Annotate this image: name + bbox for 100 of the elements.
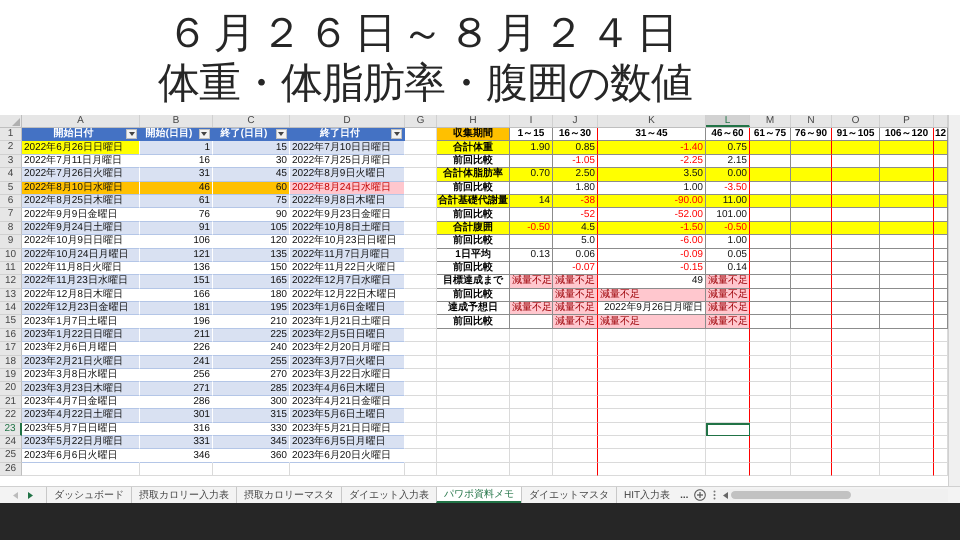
row-header[interactable]: 9 xyxy=(0,235,22,249)
column-header[interactable]: M xyxy=(750,115,791,127)
filter-dropdown-button[interactable] xyxy=(198,129,210,140)
row-header[interactable]: 20 xyxy=(0,382,22,396)
table-cell: 195 xyxy=(213,302,290,316)
vertical-scrollbar[interactable] xyxy=(948,115,960,486)
table-cell xyxy=(553,462,598,476)
filter-dropdown-button[interactable] xyxy=(126,129,137,140)
column-header[interactable]: L xyxy=(706,115,750,127)
row-header[interactable]: 16 xyxy=(0,328,22,342)
row-header[interactable]: 1 xyxy=(0,128,22,142)
row-label: 合計腹囲 xyxy=(437,222,510,236)
column-header[interactable]: C xyxy=(213,115,290,127)
table-cell: 1.00 xyxy=(706,235,750,249)
row-header[interactable]: 17 xyxy=(0,342,22,356)
table-cell: 211 xyxy=(140,328,213,342)
table-cell: 2023年3月22日水曜日 xyxy=(290,369,405,382)
row-header[interactable]: 5 xyxy=(0,182,22,195)
row-header[interactable]: 21 xyxy=(0,396,22,410)
row-header[interactable]: 8 xyxy=(0,222,22,236)
table-cell: -52 xyxy=(553,208,598,222)
column-header[interactable]: D xyxy=(290,115,405,127)
table-cell: 2023年1月21日土曜日 xyxy=(290,315,405,329)
column-header[interactable]: P xyxy=(880,115,934,127)
column-header[interactable]: H xyxy=(437,115,510,127)
table-cell: 5.0 xyxy=(553,235,598,249)
table-cell xyxy=(405,396,437,410)
table-cell: 121 xyxy=(140,248,213,262)
table-cell xyxy=(706,409,750,423)
table-cell: 120 xyxy=(213,235,290,249)
right-arrow-icon[interactable] xyxy=(28,492,33,498)
table-cell xyxy=(405,409,437,423)
row-header[interactable]: 22 xyxy=(0,409,22,423)
column-header[interactable]: A xyxy=(22,115,140,127)
row-header[interactable]: 15 xyxy=(0,315,22,329)
table-cell: 減量不足 xyxy=(706,288,750,302)
table-cell: 346 xyxy=(140,449,213,463)
more-tabs-button[interactable]: ... xyxy=(677,488,692,502)
table-cell: 2023年6月6日火曜日 xyxy=(22,449,140,463)
table-cell: 30 xyxy=(213,154,290,168)
filter-dropdown-button[interactable] xyxy=(391,129,402,140)
row-header[interactable]: 11 xyxy=(0,262,22,276)
selected-cell[interactable] xyxy=(706,422,750,436)
row-header[interactable]: 7 xyxy=(0,208,22,222)
table-cell: 2022年12月8日木曜日 xyxy=(22,288,140,302)
table-cell: 減量不足 xyxy=(553,315,598,329)
table-cell: 2022年9月24日土曜日 xyxy=(22,222,140,236)
row-header[interactable]: 2 xyxy=(0,141,22,155)
column-header[interactable]: J xyxy=(553,115,598,127)
table-cell: 1.80 xyxy=(553,182,598,195)
scrollbar-thumb[interactable] xyxy=(731,491,852,499)
row-header[interactable]: 4 xyxy=(0,168,22,182)
row-header[interactable]: 25 xyxy=(0,449,22,463)
column-header[interactable]: B xyxy=(140,115,213,127)
sheet-tab[interactable]: パワポ資料メモ xyxy=(436,487,521,503)
row-header[interactable]: 13 xyxy=(0,288,22,302)
row-header[interactable]: 26 xyxy=(0,462,22,476)
row-label: 合計体脂肪率 xyxy=(437,168,510,182)
column-header: 開始日付 xyxy=(54,128,94,140)
row-header[interactable]: 10 xyxy=(0,248,22,262)
table-cell xyxy=(553,436,598,450)
table-cell xyxy=(880,462,934,476)
splitter-icon[interactable] xyxy=(713,490,716,500)
table-cell: 2022年8月25日木曜日 xyxy=(22,194,140,208)
left-arrow-icon[interactable] xyxy=(723,492,728,498)
table-cell: 2023年6月5日月曜日 xyxy=(290,436,405,450)
column-header[interactable]: N xyxy=(791,115,832,127)
table-cell xyxy=(791,409,832,423)
table-cell: 11.00 xyxy=(706,194,750,208)
table-cell: 2022年9月9日金曜日 xyxy=(22,208,140,222)
table-cell xyxy=(880,382,934,396)
column-header[interactable]: G xyxy=(405,115,437,127)
filter-dropdown-button[interactable] xyxy=(276,129,287,140)
table-cell: 14 xyxy=(510,194,553,208)
table-cell xyxy=(510,369,553,382)
row-header[interactable]: 14 xyxy=(0,302,22,316)
table-cell xyxy=(880,449,934,463)
table-cell xyxy=(832,436,880,450)
row-label: 前回比較 xyxy=(437,208,510,222)
table-cell xyxy=(553,342,598,356)
column-header[interactable]: I xyxy=(510,115,553,127)
table-cell: 2.15 xyxy=(706,154,750,168)
table-cell: 2.50 xyxy=(553,168,598,182)
table-cell xyxy=(832,356,880,370)
row-header[interactable]: 3 xyxy=(0,154,22,168)
table-cell xyxy=(405,449,437,463)
row-header[interactable]: 24 xyxy=(0,436,22,450)
row-header[interactable]: 19 xyxy=(0,369,22,382)
row-header[interactable]: 6 xyxy=(0,194,22,208)
table-cell: 76 xyxy=(140,208,213,222)
table-cell xyxy=(832,382,880,396)
row-header[interactable]: 23 xyxy=(0,422,22,436)
add-sheet-icon[interactable] xyxy=(694,489,706,501)
table-cell: 300 xyxy=(213,396,290,410)
table-cell: 2022年11月22日火曜日 xyxy=(290,262,405,276)
row-header[interactable]: 12 xyxy=(0,275,22,289)
column-header[interactable]: O xyxy=(832,115,880,127)
row-header[interactable]: 18 xyxy=(0,356,22,370)
table-cell: 0.85 xyxy=(553,141,598,155)
column-label: 16～30 xyxy=(553,128,598,142)
